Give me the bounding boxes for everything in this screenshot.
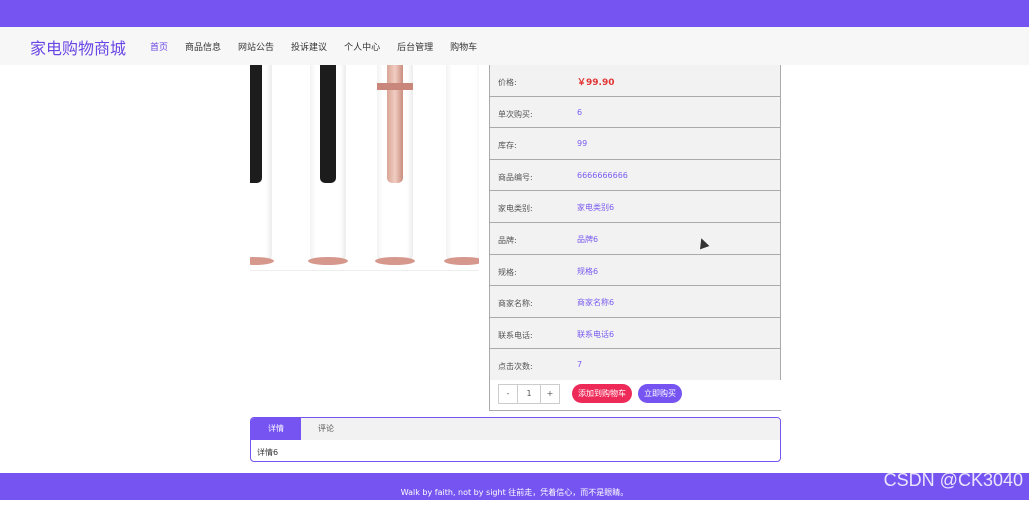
info-label: 联系电话: xyxy=(498,330,533,340)
detail-tabs: 详情 评论 详情6 xyxy=(250,417,781,462)
top-bar xyxy=(0,0,1029,27)
watermark: CSDN @CK3040 xyxy=(883,470,1023,490)
info-value: 商家名称6 xyxy=(577,298,615,308)
decrease-button[interactable]: - xyxy=(499,385,517,403)
info-value: 99 xyxy=(577,139,588,149)
info-value: 品牌6 xyxy=(577,234,599,244)
price-value: ￥99.90 xyxy=(577,78,615,88)
info-label: 家电类别: xyxy=(498,204,533,214)
nav-products[interactable]: 商品信息 xyxy=(185,40,221,53)
tower-fan-image xyxy=(308,65,348,265)
purchase-row: - 1 + 添加到购物车 立即购买 xyxy=(490,380,782,410)
info-row-stock: 库存: 99 xyxy=(490,128,780,160)
info-row-phone: 联系电话: 联系电话6 xyxy=(490,317,780,350)
info-label: 价格: xyxy=(498,78,517,87)
main-nav: 首页 商品信息 网站公告 投诉建议 个人中心 后台管理 购物车 xyxy=(150,40,494,53)
product-info-panel: 价格: ￥99.90 单次购买: 6 库存: 99 商品编号: 66666666… xyxy=(489,65,782,411)
tower-fan-image xyxy=(444,65,479,265)
footer: Walk by faith, not by sight 往前走，凭着信心，而不是… xyxy=(0,473,1029,500)
tower-fan-image xyxy=(375,65,415,265)
info-value: 家电类别6 xyxy=(577,203,615,213)
info-row-spec: 规格: 规格6 xyxy=(490,254,780,287)
info-row-product-id: 商品编号: 6666666666 xyxy=(490,159,780,192)
info-label: 点击次数: xyxy=(498,362,533,372)
info-row-price: 价格: ￥99.90 xyxy=(490,65,780,97)
info-label: 商家名称: xyxy=(498,299,533,309)
increase-button[interactable]: + xyxy=(541,385,559,403)
info-row-merchant: 商家名称: 商家名称6 xyxy=(490,286,780,318)
info-value: 规格6 xyxy=(577,266,599,276)
nav-admin[interactable]: 后台管理 xyxy=(397,40,433,53)
brand-logo[interactable]: 家电购物商城 xyxy=(30,35,126,59)
info-row-category: 家电类别: 家电类别6 xyxy=(490,191,780,223)
nav-complaints[interactable]: 投诉建议 xyxy=(291,40,327,53)
buy-now-button[interactable]: 立即购买 xyxy=(638,384,682,403)
info-value: 7 xyxy=(577,360,583,370)
tab-header: 详情 评论 xyxy=(251,418,780,440)
quantity-stepper: - 1 + xyxy=(498,384,560,404)
info-row-purchase-limit: 单次购买: 6 xyxy=(490,96,780,129)
info-label: 品牌: xyxy=(498,235,517,245)
info-label: 单次购买: xyxy=(498,109,533,119)
tab-comments[interactable]: 评论 xyxy=(301,418,351,440)
info-value: 6 xyxy=(577,107,583,117)
info-row-brand: 品牌: 品牌6 xyxy=(490,222,780,255)
add-to-cart-button[interactable]: 添加到购物车 xyxy=(572,384,632,403)
nav-user-center[interactable]: 个人中心 xyxy=(344,40,380,53)
nav-announcements[interactable]: 网站公告 xyxy=(238,40,274,53)
nav-home[interactable]: 首页 xyxy=(150,40,168,53)
navbar: 家电购物商城 首页 商品信息 网站公告 投诉建议 个人中心 后台管理 购物车 xyxy=(0,27,1029,65)
info-value: 6666666666 xyxy=(577,170,628,180)
nav-cart[interactable]: 购物车 xyxy=(450,40,477,53)
info-row-clicks: 点击次数: 7 xyxy=(490,349,780,381)
product-image xyxy=(250,65,479,271)
tower-fan-image xyxy=(250,65,274,265)
info-label: 规格: xyxy=(498,267,517,277)
info-value: 联系电话6 xyxy=(577,329,615,339)
info-label: 商品编号: xyxy=(498,172,533,182)
tab-details[interactable]: 详情 xyxy=(251,418,301,440)
footer-text: Walk by faith, not by sight 往前走，凭着信心，而不是… xyxy=(400,488,629,497)
info-label: 库存: xyxy=(498,141,517,151)
tab-content: 详情6 xyxy=(257,448,279,457)
quantity-input[interactable]: 1 xyxy=(517,385,541,403)
